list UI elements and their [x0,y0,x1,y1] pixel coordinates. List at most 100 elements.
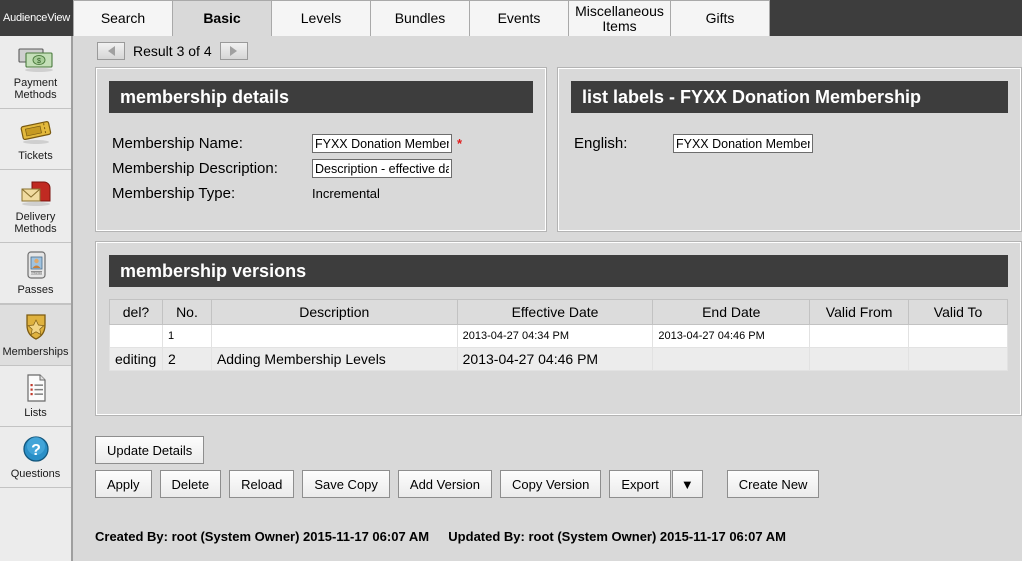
apply-button[interactable]: Apply [95,470,152,498]
left-arrow-icon [107,46,115,56]
membership-versions-panel: membership versions del? No. Description… [95,241,1022,416]
sidebar-item-payment-methods-label: Payment Methods [13,77,58,101]
membership-description-input[interactable] [312,159,452,178]
cell-valid-to [908,324,1008,348]
sidebar-item-delivery-methods-label: Delivery Methods [14,211,57,235]
app-brand-logo: AudienceView [0,0,73,36]
column-header-del[interactable]: del? [109,299,163,325]
sidebar-item-memberships[interactable]: Memberships [0,304,71,366]
membership-versions-title: membership versions [109,255,1008,287]
sidebar-item-memberships-label: Memberships [2,346,69,358]
document-list-icon [26,374,46,402]
membership-details-panel: membership details Membership Name: * Me… [95,67,547,232]
save-copy-button[interactable]: Save Copy [302,470,390,498]
membership-name-input[interactable] [312,134,452,153]
cell-del [109,324,163,348]
question-circle-icon: ? [22,436,49,462]
create-new-button[interactable]: Create New [726,470,820,498]
tab-basic[interactable]: Basic [172,0,272,36]
membership-versions-table: del? No. Description Effective Date End … [109,299,1008,371]
cell-valid-from [809,347,910,371]
tab-gifts-label: Gifts [705,10,735,27]
ticket-icon [20,121,51,144]
delete-button[interactable]: Delete [159,470,222,498]
tab-events-label: Events [497,10,541,27]
list-labels-body: English: [558,113,1021,156]
reload-button[interactable]: Reload [229,470,295,498]
membership-name-row: Membership Name: * [112,131,530,156]
tab-miscellaneous-items-label: Miscellaneous Items [575,2,664,34]
sidebar-item-lists[interactable]: Lists [0,366,71,427]
tab-gifts[interactable]: Gifts [670,0,770,36]
cell-effective-date: 2013-04-27 04:46 PM [456,347,654,371]
required-asterisk: * [457,136,463,151]
cell-effective-date: 2013-04-27 04:34 PM [456,324,654,348]
result-counter-label: Result 3 of 4 [133,43,212,59]
tab-levels-label: Levels [300,10,342,27]
sidebar-item-tickets-label: Tickets [18,150,53,162]
membership-type-value: Incremental [312,186,380,201]
cell-end-date: 2013-04-27 04:46 PM [652,324,811,348]
add-version-button[interactable]: Add Version [397,470,493,498]
table-header-row: del? No. Description Effective Date End … [109,299,1008,325]
secondary-action-bar: Update Details [95,436,212,464]
export-button[interactable]: Export [609,470,671,498]
table-row[interactable]: editing 2 Adding Membership Levels 2013-… [109,347,1008,371]
application-window: AudienceView Search Basic Levels Bundles… [0,0,1022,561]
tab-miscellaneous-items[interactable]: Miscellaneous Items [568,0,671,36]
tab-events[interactable]: Events [469,0,569,36]
cell-no: 1 [161,324,212,348]
membership-type-row: Membership Type: Incremental [112,181,530,206]
banknote-icon: $ [17,48,53,72]
sidebar-item-questions[interactable]: ? Questions [0,427,71,488]
next-result-button[interactable] [219,42,248,60]
tab-basic-label: Basic [203,10,241,27]
english-label: English: [574,135,628,152]
sidebar-item-delivery-methods[interactable]: Delivery Methods [0,170,71,243]
list-labels-title: list labels - FYXX Donation Membership [571,81,1008,113]
column-header-valid-from[interactable]: Valid From [809,299,910,325]
column-header-end-date[interactable]: End Date [652,299,811,325]
list-labels-panel: list labels - FYXX Donation Membership E… [557,67,1022,232]
sidebar-item-payment-methods[interactable]: $ Payment Methods [0,36,71,109]
sidebar-item-tickets[interactable]: Tickets [0,109,71,170]
svg-text:$: $ [37,58,41,65]
update-details-button[interactable]: Update Details [95,436,205,464]
cell-del: editing [109,347,163,371]
sidebar-item-lists-label: Lists [24,407,47,419]
svg-text:?: ? [31,442,41,459]
table-row[interactable]: 1 2013-04-27 04:34 PM 2013-04-27 04:46 P… [109,324,1008,348]
cell-description: Adding Membership Levels [210,347,458,371]
column-header-valid-to[interactable]: Valid To [908,299,1008,325]
export-dropdown-caret-icon[interactable]: ▼ [671,470,703,498]
tab-bundles[interactable]: Bundles [370,0,470,36]
shield-star-icon [25,314,46,340]
previous-result-button[interactable] [97,42,125,60]
tab-bar: Search Basic Levels Bundles Events Misce… [73,0,770,36]
column-header-no[interactable]: No. [161,299,212,325]
mailbox-envelope-icon [21,181,50,206]
sidebar-item-passes-label: Passes [17,284,54,296]
sidebar-item-passes[interactable]: SEASON Passes [0,243,71,304]
record-audit-footer: Created By: root (System Owner) 2015-11-… [95,529,786,544]
english-label-input[interactable] [673,134,813,153]
cell-no: 2 [161,347,212,371]
sidebar: $ Payment Methods Tickets Delivery Metho… [0,36,73,561]
primary-action-bar: Apply Delete Reload Save Copy Add Versio… [95,470,827,498]
tab-search[interactable]: Search [73,0,173,36]
cell-end-date [652,347,811,371]
tab-levels[interactable]: Levels [271,0,371,36]
membership-description-label: Membership Description: [112,160,278,177]
updated-by-text: Updated By: root (System Owner) 2015-11-… [448,529,786,544]
sidebar-item-questions-label: Questions [10,468,61,480]
copy-version-button[interactable]: Copy Version [500,470,602,498]
membership-details-title: membership details [109,81,533,113]
created-by-text: Created By: root (System Owner) 2015-11-… [95,529,430,544]
tab-search-label: Search [100,10,146,27]
result-navigation: Result 3 of 4 [97,41,248,61]
top-bar: AudienceView Search Basic Levels Bundles… [0,0,1022,36]
column-header-effective-date[interactable]: Effective Date [456,299,654,325]
right-arrow-icon [230,46,238,56]
column-header-description[interactable]: Description [210,299,458,325]
cell-valid-from [809,324,910,348]
